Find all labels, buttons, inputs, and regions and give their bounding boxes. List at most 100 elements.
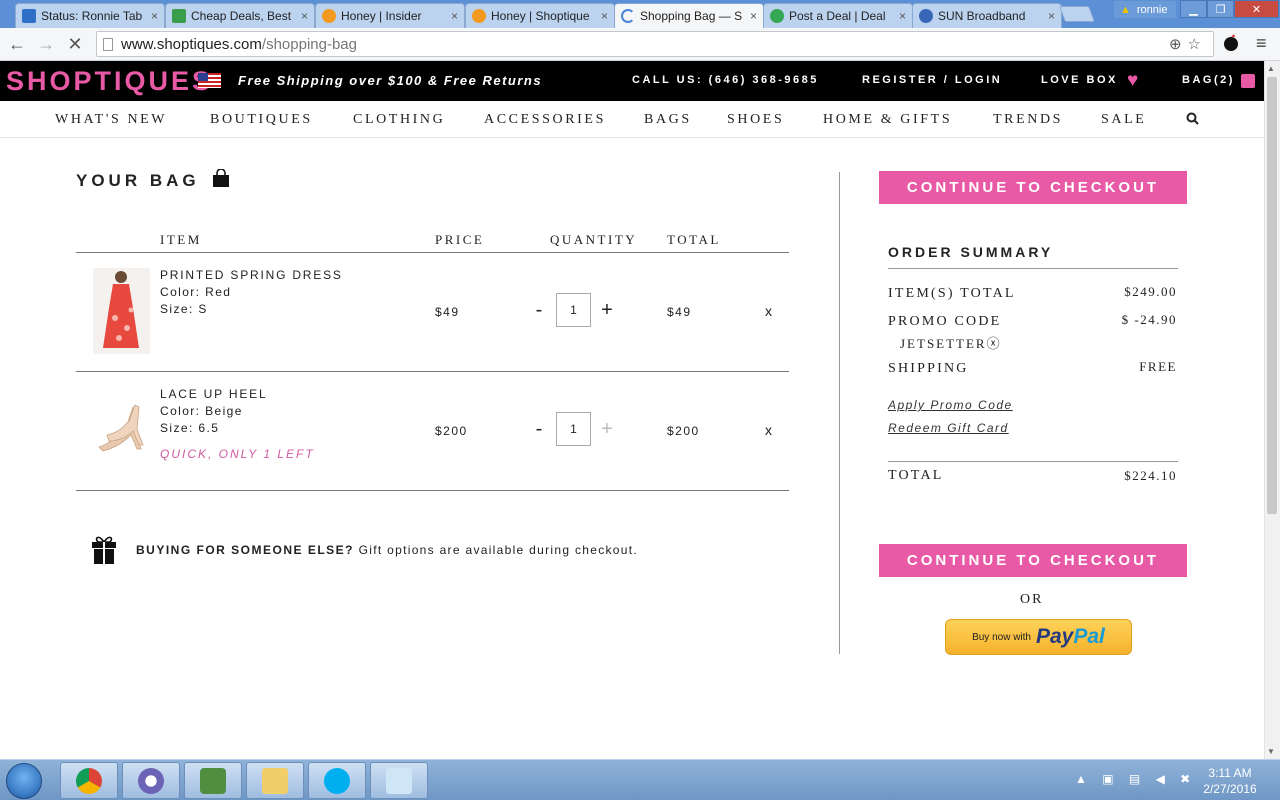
- nav-accessories[interactable]: ACCESSORIES: [484, 112, 606, 128]
- nav-boutiques[interactable]: BOUTIQUES: [210, 112, 313, 128]
- browser-tab[interactable]: Cheap Deals, Best ×: [165, 3, 315, 28]
- divider: [76, 490, 789, 491]
- bag-link[interactable]: BAG(2): [1182, 74, 1235, 86]
- browser-tab[interactable]: Post a Deal | Deal ×: [763, 3, 913, 28]
- browser-toolbar: ← → ✕ www.shoptiques.com/shopping-bag ⊕☆…: [0, 28, 1280, 61]
- browser-tab[interactable]: Honey | Shoptique ×: [465, 3, 615, 28]
- scroll-down-arrow-icon[interactable]: ▼: [1267, 747, 1275, 756]
- redeem-gift-card-link[interactable]: Redeem Gift Card: [888, 421, 1009, 435]
- taskbar-notepad[interactable]: [370, 762, 428, 799]
- browser-tab-active[interactable]: Shopping Bag — S ×: [614, 3, 764, 28]
- quantity-decrease-button[interactable]: -: [531, 299, 547, 322]
- back-arrow-icon[interactable]: ←: [5, 33, 29, 55]
- tab-close-icon[interactable]: ×: [301, 9, 308, 23]
- apply-promo-code-link[interactable]: Apply Promo Code: [888, 398, 1013, 412]
- chrome-icon: [76, 767, 102, 794]
- call-us-text: CALL US: (646) 368-9685: [632, 74, 819, 86]
- nav-bags[interactable]: BAGS: [644, 112, 692, 128]
- remove-promo-icon[interactable]: ⓧ: [987, 336, 1002, 351]
- continue-to-checkout-button-top[interactable]: CONTINUE TO CHECKOUT: [879, 171, 1187, 204]
- paypal-buy-label: Buy now with: [972, 631, 1031, 643]
- item-price: $200: [435, 424, 468, 438]
- maximize-button[interactable]: ❐: [1207, 0, 1234, 18]
- search-icon[interactable]: [1186, 112, 1199, 125]
- show-hidden-icons[interactable]: ▲: [1075, 772, 1093, 786]
- nav-whats-new[interactable]: WHAT'S NEW: [55, 112, 167, 128]
- tab-close-icon[interactable]: ×: [151, 9, 158, 23]
- register-login-link[interactable]: REGISTER / LOGIN: [862, 74, 1002, 86]
- tab-close-icon[interactable]: ×: [750, 9, 757, 23]
- taskbar-skype[interactable]: [308, 762, 366, 799]
- total-label: TOTAL: [888, 468, 944, 483]
- tab-close-icon[interactable]: ×: [601, 9, 608, 23]
- scrollbar-thumb[interactable]: [1267, 77, 1277, 514]
- close-window-button[interactable]: ✕: [1234, 0, 1279, 18]
- scroll-up-arrow-icon[interactable]: ▲: [1267, 64, 1275, 73]
- product-name[interactable]: LACE UP HEEL: [160, 387, 267, 401]
- heart-icon[interactable]: ♥: [1127, 70, 1138, 92]
- product-image-dress[interactable]: [93, 268, 150, 354]
- paypal-buy-now-button[interactable]: Buy now with Pay Pal: [945, 619, 1132, 655]
- divider: [888, 461, 1178, 462]
- browser-tab[interactable]: Status: Ronnie Tab ×: [15, 3, 165, 28]
- new-tab-button[interactable]: [1059, 6, 1095, 22]
- tab-close-icon[interactable]: ×: [1048, 9, 1055, 23]
- system-tray[interactable]: ▲ ▣ ▤ ◀ ✖: [1075, 772, 1196, 786]
- paypal-logo-pal: Pal: [1073, 625, 1105, 648]
- promo-code-label: PROMO CODE: [888, 314, 1002, 329]
- nav-sale[interactable]: SALE: [1101, 112, 1146, 128]
- page-title: YOUR BAG: [76, 171, 200, 190]
- item-total: $200: [667, 424, 700, 438]
- tab-title: Honey | Insider: [341, 9, 422, 23]
- start-button[interactable]: [6, 763, 42, 799]
- quantity-input[interactable]: [556, 293, 591, 327]
- menu-icon[interactable]: ≡: [1256, 33, 1267, 54]
- warning-icon: ▲: [1120, 3, 1131, 16]
- nav-trends[interactable]: TRENDS: [993, 112, 1063, 128]
- gift-text: Gift options are available during checko…: [358, 543, 639, 557]
- browser-tab[interactable]: SUN Broadband ×: [912, 3, 1062, 28]
- remove-item-button[interactable]: x: [765, 422, 772, 438]
- us-flag-icon[interactable]: [198, 73, 221, 88]
- nav-home-gifts[interactable]: HOME & GIFTS: [823, 112, 952, 128]
- quantity-increase-button[interactable]: +: [599, 299, 615, 322]
- shopping-bag-icon[interactable]: [1241, 74, 1255, 88]
- taskbar-chrome[interactable]: [60, 762, 118, 799]
- nav-shoes[interactable]: SHOES: [727, 112, 784, 128]
- product-name[interactable]: PRINTED SPRING DRESS: [160, 268, 343, 282]
- taskbar-media[interactable]: [122, 762, 180, 799]
- quantity-decrease-button[interactable]: -: [531, 418, 547, 441]
- extension-icon[interactable]: [1222, 34, 1240, 52]
- or-separator: OR: [1020, 592, 1044, 607]
- remove-item-button[interactable]: x: [765, 303, 772, 319]
- nav-clothing[interactable]: CLOTHING: [353, 112, 445, 128]
- tab-favicon-icon: [22, 9, 36, 23]
- shopping-bag-icon: [213, 169, 229, 187]
- product-image-heel[interactable]: [93, 385, 150, 471]
- forward-arrow-icon[interactable]: →: [34, 33, 58, 55]
- taskbar-tool[interactable]: [184, 762, 242, 799]
- taskbar-explorer[interactable]: [246, 762, 304, 799]
- profile-button[interactable]: ▲ ronnie: [1114, 1, 1176, 18]
- system-clock[interactable]: 3:11 AM 2/27/2016: [1200, 765, 1260, 797]
- product-color: Color: Beige: [160, 404, 243, 418]
- skype-icon: [324, 767, 350, 794]
- quantity-input[interactable]: [556, 412, 591, 446]
- continue-to-checkout-button-bottom[interactable]: CONTINUE TO CHECKOUT: [879, 544, 1187, 577]
- address-bar[interactable]: www.shoptiques.com/shopping-bag ⊕☆: [96, 31, 1214, 57]
- site-logo[interactable]: SHOPTIQUES: [6, 66, 213, 97]
- zoom-and-bookmark-icons[interactable]: ⊕☆: [1169, 35, 1207, 53]
- page-icon: [103, 37, 113, 51]
- browser-tab[interactable]: Honey | Insider ×: [315, 3, 465, 28]
- media-icon: [138, 767, 164, 794]
- divider: [76, 371, 789, 372]
- product-size: Size: 6.5: [160, 421, 220, 435]
- minimize-button[interactable]: ▁: [1180, 0, 1207, 18]
- love-box-link[interactable]: LOVE BOX: [1041, 74, 1118, 86]
- tab-close-icon[interactable]: ×: [451, 9, 458, 23]
- stop-loading-icon[interactable]: ✕: [63, 33, 87, 55]
- category-nav: WHAT'S NEW BOUTIQUES CLOTHING ACCESSORIE…: [0, 101, 1264, 138]
- profile-name: ronnie: [1136, 3, 1168, 16]
- column-header-item: ITEM: [160, 232, 202, 247]
- tab-close-icon[interactable]: ×: [899, 9, 906, 23]
